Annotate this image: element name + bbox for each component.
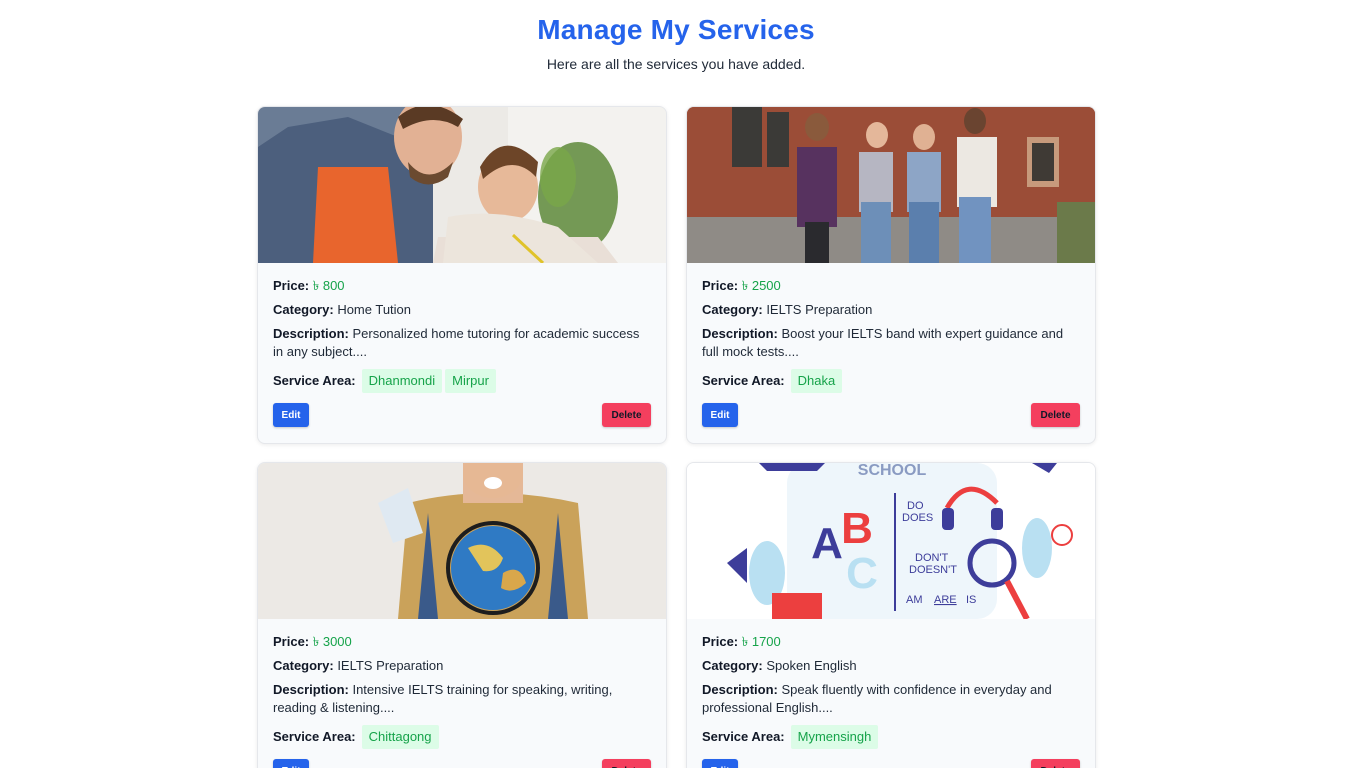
- english-school-illustration: SCHOOL A B C DO DOES DON'T DOESN'T AM AR…: [687, 463, 1095, 619]
- delete-button[interactable]: Delete: [602, 403, 651, 427]
- service-area-label: Service Area:: [702, 729, 785, 744]
- service-area-row: Service Area: Dhanmondi Mirpur: [273, 369, 653, 393]
- service-area-label: Service Area:: [702, 373, 785, 388]
- category-label: Category:: [702, 658, 763, 673]
- page: Manage My Services Here are all the serv…: [0, 0, 1352, 768]
- price-label: Price:: [273, 278, 310, 293]
- description-label: Description:: [273, 682, 349, 697]
- service-details: Price: ৳ 1700 Category: Spoken English D…: [702, 633, 1082, 749]
- area-chip: Dhaka: [790, 369, 843, 393]
- service-card: Price: ৳ 3000 Category: IELTS Preparatio…: [257, 462, 667, 768]
- service-image: SCHOOL A B C DO DOES DON'T DOESN'T AM AR…: [687, 463, 1095, 619]
- service-image: [687, 107, 1095, 263]
- page-title: Manage My Services: [537, 14, 815, 45]
- letter-b: B: [841, 504, 873, 553]
- description-label: Description:: [273, 326, 349, 341]
- does-text: DOES: [902, 512, 933, 524]
- students-walking-photo: [687, 107, 1095, 263]
- delete-button[interactable]: Delete: [602, 759, 651, 768]
- delete-button[interactable]: Delete: [1031, 759, 1080, 768]
- tutor-with-child-photo: [258, 107, 666, 263]
- area-chip: Dhanmondi: [361, 369, 443, 393]
- page-subtitle: Here are all the services you have added…: [546, 56, 806, 72]
- letter-c: C: [846, 549, 878, 598]
- service-area-label: Service Area:: [273, 729, 356, 744]
- area-chip: Mymensingh: [790, 725, 879, 749]
- are-text: ARE: [934, 594, 957, 606]
- service-card: SCHOOL A B C DO DOES DON'T DOESN'T AM AR…: [686, 462, 1096, 768]
- price-label: Price:: [273, 634, 310, 649]
- price-value: ৳ 2500: [741, 278, 781, 293]
- service-details: Price: ৳ 3000 Category: IELTS Preparatio…: [273, 633, 653, 749]
- service-area-label: Service Area:: [273, 373, 356, 388]
- school-text: SCHOOL: [858, 463, 927, 479]
- doesnt-text: DOESN'T: [909, 564, 957, 576]
- service-image: [258, 463, 666, 619]
- category-label: Category:: [702, 302, 763, 317]
- dont-text: DON'T: [915, 552, 949, 564]
- service-area-row: Service Area: Chittagong: [273, 725, 653, 749]
- category-value: Spoken English: [766, 658, 857, 673]
- service-image: [258, 107, 666, 263]
- student-with-globe-photo: [258, 463, 666, 619]
- price-label: Price:: [702, 634, 739, 649]
- letter-a: A: [811, 519, 843, 568]
- service-area-row: Service Area: Dhaka: [702, 369, 1082, 393]
- price-value: ৳ 3000: [312, 634, 352, 649]
- delete-button[interactable]: Delete: [1031, 403, 1080, 427]
- service-card: Price: ৳ 2500 Category: IELTS Preparatio…: [686, 106, 1096, 444]
- description-label: Description:: [702, 682, 778, 697]
- edit-button[interactable]: Edit: [273, 759, 309, 768]
- category-value: Home Tution: [337, 302, 412, 317]
- edit-button[interactable]: Edit: [702, 403, 738, 427]
- area-chip: Chittagong: [361, 725, 439, 749]
- edit-button[interactable]: Edit: [702, 759, 738, 768]
- price-value: ৳ 1700: [741, 634, 781, 649]
- description-label: Description:: [702, 326, 778, 341]
- price-label: Price:: [702, 278, 739, 293]
- service-details: Price: ৳ 800 Category: Home Tution Descr…: [273, 277, 653, 393]
- service-details: Price: ৳ 2500 Category: IELTS Preparatio…: [702, 277, 1082, 393]
- edit-button[interactable]: Edit: [273, 403, 309, 427]
- do-text: DO: [907, 500, 924, 512]
- price-value: ৳ 800: [312, 278, 345, 293]
- is-text: IS: [966, 594, 976, 606]
- service-card: Price: ৳ 800 Category: Home Tution Descr…: [257, 106, 667, 444]
- area-chip: Mirpur: [445, 369, 496, 393]
- category-value: IELTS Preparation: [337, 658, 444, 673]
- category-label: Category:: [273, 302, 334, 317]
- category-value: IELTS Preparation: [766, 302, 873, 317]
- am-text: AM: [906, 594, 923, 606]
- category-label: Category:: [273, 658, 334, 673]
- service-area-row: Service Area: Mymensingh: [702, 725, 1082, 749]
